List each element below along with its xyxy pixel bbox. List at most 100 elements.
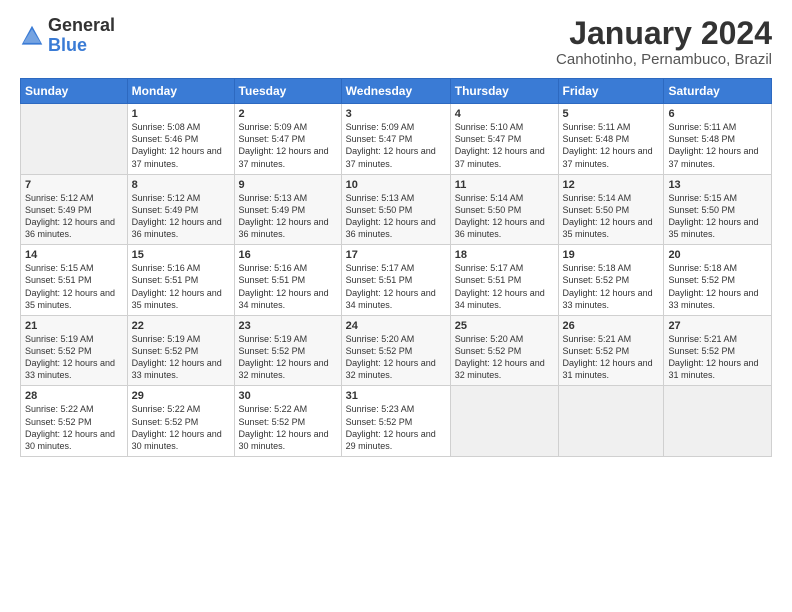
col-header-monday: Monday <box>127 79 234 104</box>
day-info: Sunrise: 5:22 AMSunset: 5:52 PMDaylight:… <box>132 403 230 452</box>
day-info: Sunrise: 5:13 AMSunset: 5:50 PMDaylight:… <box>346 192 446 241</box>
day-info: Sunrise: 5:10 AMSunset: 5:47 PMDaylight:… <box>455 121 554 170</box>
day-info: Sunrise: 5:12 AMSunset: 5:49 PMDaylight:… <box>132 192 230 241</box>
day-cell: 9Sunrise: 5:13 AMSunset: 5:49 PMDaylight… <box>234 174 341 245</box>
day-number: 11 <box>455 179 554 191</box>
day-cell: 16Sunrise: 5:16 AMSunset: 5:51 PMDayligh… <box>234 245 341 316</box>
logo-blue: Blue <box>48 35 87 55</box>
day-cell: 28Sunrise: 5:22 AMSunset: 5:52 PMDayligh… <box>21 386 128 457</box>
col-header-sunday: Sunday <box>21 79 128 104</box>
day-number: 22 <box>132 320 230 332</box>
day-info: Sunrise: 5:12 AMSunset: 5:49 PMDaylight:… <box>25 192 123 241</box>
header: General Blue January 2024 Canhotinho, Pe… <box>20 16 772 68</box>
week-row-1: 1Sunrise: 5:08 AMSunset: 5:46 PMDaylight… <box>21 104 772 175</box>
day-info: Sunrise: 5:11 AMSunset: 5:48 PMDaylight:… <box>668 121 767 170</box>
day-cell: 26Sunrise: 5:21 AMSunset: 5:52 PMDayligh… <box>558 315 664 386</box>
day-cell: 14Sunrise: 5:15 AMSunset: 5:51 PMDayligh… <box>21 245 128 316</box>
day-cell: 21Sunrise: 5:19 AMSunset: 5:52 PMDayligh… <box>21 315 128 386</box>
day-number: 5 <box>563 108 660 120</box>
day-info: Sunrise: 5:19 AMSunset: 5:52 PMDaylight:… <box>132 333 230 382</box>
day-cell: 19Sunrise: 5:18 AMSunset: 5:52 PMDayligh… <box>558 245 664 316</box>
month-title: January 2024 <box>556 16 772 51</box>
location-subtitle: Canhotinho, Pernambuco, Brazil <box>556 51 772 68</box>
day-cell: 3Sunrise: 5:09 AMSunset: 5:47 PMDaylight… <box>341 104 450 175</box>
day-number: 21 <box>25 320 123 332</box>
day-info: Sunrise: 5:14 AMSunset: 5:50 PMDaylight:… <box>563 192 660 241</box>
day-info: Sunrise: 5:08 AMSunset: 5:46 PMDaylight:… <box>132 121 230 170</box>
title-block: January 2024 Canhotinho, Pernambuco, Bra… <box>556 16 772 68</box>
day-cell: 10Sunrise: 5:13 AMSunset: 5:50 PMDayligh… <box>341 174 450 245</box>
day-number: 9 <box>239 179 337 191</box>
day-cell: 20Sunrise: 5:18 AMSunset: 5:52 PMDayligh… <box>664 245 772 316</box>
day-number: 27 <box>668 320 767 332</box>
day-number: 23 <box>239 320 337 332</box>
day-cell: 18Sunrise: 5:17 AMSunset: 5:51 PMDayligh… <box>450 245 558 316</box>
day-info: Sunrise: 5:20 AMSunset: 5:52 PMDaylight:… <box>346 333 446 382</box>
header-row: SundayMondayTuesdayWednesdayThursdayFrid… <box>21 79 772 104</box>
day-info: Sunrise: 5:15 AMSunset: 5:50 PMDaylight:… <box>668 192 767 241</box>
day-info: Sunrise: 5:19 AMSunset: 5:52 PMDaylight:… <box>239 333 337 382</box>
day-cell: 23Sunrise: 5:19 AMSunset: 5:52 PMDayligh… <box>234 315 341 386</box>
calendar-table: SundayMondayTuesdayWednesdayThursdayFrid… <box>20 78 772 457</box>
day-info: Sunrise: 5:14 AMSunset: 5:50 PMDaylight:… <box>455 192 554 241</box>
day-cell: 4Sunrise: 5:10 AMSunset: 5:47 PMDaylight… <box>450 104 558 175</box>
day-cell: 29Sunrise: 5:22 AMSunset: 5:52 PMDayligh… <box>127 386 234 457</box>
day-cell <box>450 386 558 457</box>
day-cell: 8Sunrise: 5:12 AMSunset: 5:49 PMDaylight… <box>127 174 234 245</box>
day-number: 29 <box>132 390 230 402</box>
page-container: General Blue January 2024 Canhotinho, Pe… <box>0 0 792 467</box>
day-cell <box>664 386 772 457</box>
day-cell: 17Sunrise: 5:17 AMSunset: 5:51 PMDayligh… <box>341 245 450 316</box>
day-number: 19 <box>563 249 660 261</box>
day-number: 18 <box>455 249 554 261</box>
day-cell <box>558 386 664 457</box>
day-info: Sunrise: 5:09 AMSunset: 5:47 PMDaylight:… <box>346 121 446 170</box>
day-cell: 27Sunrise: 5:21 AMSunset: 5:52 PMDayligh… <box>664 315 772 386</box>
day-number: 24 <box>346 320 446 332</box>
day-number: 7 <box>25 179 123 191</box>
day-number: 16 <box>239 249 337 261</box>
day-number: 25 <box>455 320 554 332</box>
logo-icon <box>20 24 44 48</box>
day-info: Sunrise: 5:22 AMSunset: 5:52 PMDaylight:… <box>25 403 123 452</box>
day-cell: 11Sunrise: 5:14 AMSunset: 5:50 PMDayligh… <box>450 174 558 245</box>
day-info: Sunrise: 5:23 AMSunset: 5:52 PMDaylight:… <box>346 403 446 452</box>
day-cell: 5Sunrise: 5:11 AMSunset: 5:48 PMDaylight… <box>558 104 664 175</box>
day-cell: 2Sunrise: 5:09 AMSunset: 5:47 PMDaylight… <box>234 104 341 175</box>
day-cell: 13Sunrise: 5:15 AMSunset: 5:50 PMDayligh… <box>664 174 772 245</box>
day-info: Sunrise: 5:18 AMSunset: 5:52 PMDaylight:… <box>563 262 660 311</box>
day-cell: 6Sunrise: 5:11 AMSunset: 5:48 PMDaylight… <box>664 104 772 175</box>
day-info: Sunrise: 5:17 AMSunset: 5:51 PMDaylight:… <box>455 262 554 311</box>
day-info: Sunrise: 5:21 AMSunset: 5:52 PMDaylight:… <box>563 333 660 382</box>
day-cell <box>21 104 128 175</box>
week-row-5: 28Sunrise: 5:22 AMSunset: 5:52 PMDayligh… <box>21 386 772 457</box>
day-number: 6 <box>668 108 767 120</box>
col-header-friday: Friday <box>558 79 664 104</box>
day-info: Sunrise: 5:18 AMSunset: 5:52 PMDaylight:… <box>668 262 767 311</box>
col-header-thursday: Thursday <box>450 79 558 104</box>
day-cell: 15Sunrise: 5:16 AMSunset: 5:51 PMDayligh… <box>127 245 234 316</box>
day-number: 10 <box>346 179 446 191</box>
day-info: Sunrise: 5:22 AMSunset: 5:52 PMDaylight:… <box>239 403 337 452</box>
day-number: 28 <box>25 390 123 402</box>
day-number: 8 <box>132 179 230 191</box>
col-header-wednesday: Wednesday <box>341 79 450 104</box>
day-number: 15 <box>132 249 230 261</box>
day-info: Sunrise: 5:21 AMSunset: 5:52 PMDaylight:… <box>668 333 767 382</box>
day-cell: 7Sunrise: 5:12 AMSunset: 5:49 PMDaylight… <box>21 174 128 245</box>
logo-general: General <box>48 15 115 35</box>
day-cell: 24Sunrise: 5:20 AMSunset: 5:52 PMDayligh… <box>341 315 450 386</box>
day-info: Sunrise: 5:11 AMSunset: 5:48 PMDaylight:… <box>563 121 660 170</box>
day-info: Sunrise: 5:19 AMSunset: 5:52 PMDaylight:… <box>25 333 123 382</box>
day-number: 30 <box>239 390 337 402</box>
week-row-4: 21Sunrise: 5:19 AMSunset: 5:52 PMDayligh… <box>21 315 772 386</box>
col-header-tuesday: Tuesday <box>234 79 341 104</box>
week-row-3: 14Sunrise: 5:15 AMSunset: 5:51 PMDayligh… <box>21 245 772 316</box>
day-number: 1 <box>132 108 230 120</box>
day-cell: 31Sunrise: 5:23 AMSunset: 5:52 PMDayligh… <box>341 386 450 457</box>
day-info: Sunrise: 5:13 AMSunset: 5:49 PMDaylight:… <box>239 192 337 241</box>
day-number: 26 <box>563 320 660 332</box>
day-number: 4 <box>455 108 554 120</box>
col-header-saturday: Saturday <box>664 79 772 104</box>
day-number: 13 <box>668 179 767 191</box>
